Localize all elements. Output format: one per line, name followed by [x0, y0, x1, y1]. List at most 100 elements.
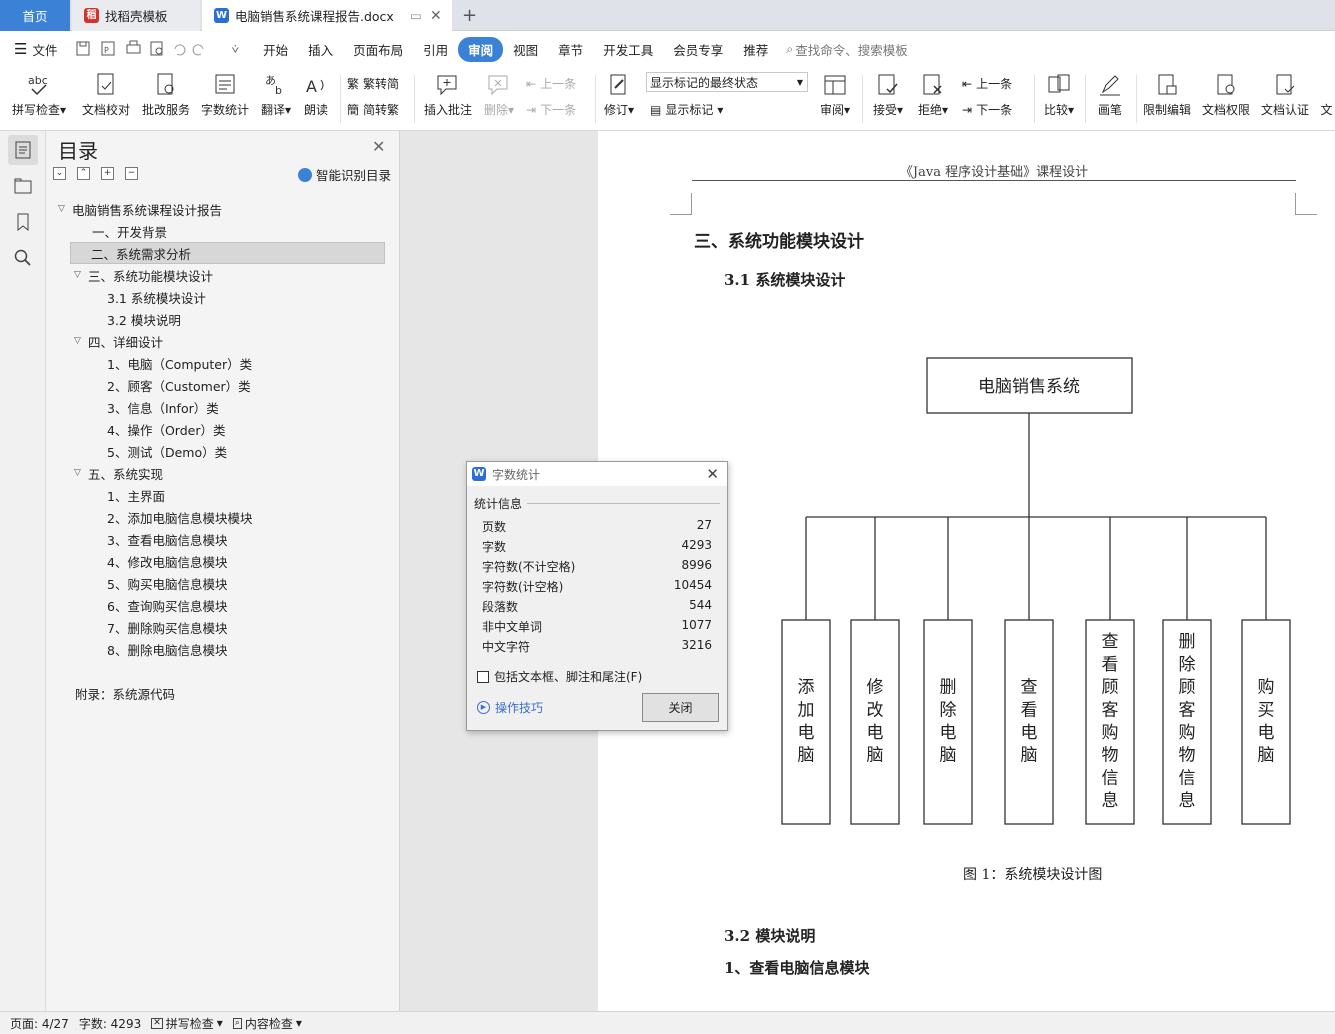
correction-service-button[interactable]: 批改服务 — [138, 67, 194, 131]
next-comment-button[interactable]: ⇥ 下一条 — [526, 101, 576, 118]
menu-recommend[interactable]: 推荐 — [733, 37, 778, 62]
toc-item-selected[interactable]: 二、系统需求分析 — [70, 242, 385, 264]
toc-item[interactable]: 1、主界面 — [107, 484, 165, 506]
content-check-status[interactable]: ⌕ 内容检查 ▾ — [232, 1015, 302, 1032]
menu-developer[interactable]: 开发工具 — [593, 37, 663, 62]
track-changes-button[interactable]: 修订▾ — [600, 67, 638, 131]
simp-to-trad-icon: 簡 — [347, 103, 360, 117]
close-icon[interactable]: ✕ — [706, 465, 719, 483]
trad-to-simp-button[interactable]: 繁繁转简 — [347, 75, 399, 92]
comment-add-icon — [435, 72, 461, 98]
toc-item[interactable]: 4、修改电脑信息模块 — [107, 550, 227, 572]
review-pane-button[interactable]: 审阅▾ — [815, 67, 855, 131]
toc-item[interactable]: 7、删除购买信息模块 — [107, 616, 227, 638]
tab-template[interactable]: 稻 找稻壳模板 — [72, 0, 200, 31]
next-change-button[interactable]: ⇥ 下一条 — [962, 101, 1012, 118]
spell-check-status[interactable]: ✕ 拼写检查 ▾ — [151, 1015, 223, 1032]
pin-icon[interactable]: ▭ — [410, 8, 422, 23]
toc-item[interactable]: 1、电脑（Computer）类 — [107, 352, 252, 374]
read-aloud-button[interactable]: A 朗读 — [299, 67, 333, 131]
prev-comment-button[interactable]: ⇤ 上一条 — [526, 75, 576, 92]
translate-button[interactable]: あb 翻译▾ — [256, 67, 296, 131]
toc-item[interactable]: ▽ 三、系统功能模块设计 — [74, 264, 213, 286]
doc-certify-button[interactable]: 文档认证 — [1258, 67, 1312, 131]
stat-value: 10454 — [673, 578, 712, 592]
close-button[interactable]: 关闭 — [642, 693, 719, 722]
new-tab-icon[interactable]: + — [462, 0, 477, 31]
menu-section[interactable]: 章节 — [548, 37, 593, 62]
minus-icon[interactable]: − — [125, 167, 138, 180]
accept-button[interactable]: 接受▾ — [868, 67, 908, 131]
tips-link[interactable]: ▶ 操作技巧 — [477, 699, 543, 716]
menu-start[interactable]: 开始 — [253, 37, 298, 62]
command-search[interactable]: 查找命令、搜索模板 — [795, 40, 908, 59]
toc-item[interactable]: ▽ 四、详细设计 — [74, 330, 163, 352]
word-count-indicator[interactable]: 字数: 4293 — [79, 1015, 141, 1032]
page-indicator[interactable]: 页面: 4/27 — [10, 1015, 69, 1032]
toc-item[interactable]: 4、操作（Order）类 — [107, 418, 225, 440]
compare-button[interactable]: 比较▾ — [1040, 67, 1078, 131]
show-markup-button[interactable]: ▤ 显示标记 ▾ — [650, 101, 723, 118]
markup-mode-select[interactable]: 显示标记的最终状态 ▼ — [646, 72, 808, 92]
toc-item[interactable]: ▽ 电脑销售系统课程设计报告 — [58, 198, 222, 220]
toc-item[interactable]: 2、添加电脑信息模块模块 — [107, 506, 252, 528]
collapse-all-icon[interactable]: ⌃ — [77, 167, 90, 180]
include-textbox-checkbox[interactable]: 包括文本框、脚注和尾注(F) — [477, 668, 642, 685]
docer-icon: 稻 — [84, 8, 99, 23]
menu-insert[interactable]: 插入 — [298, 37, 343, 62]
checkbox-box[interactable] — [477, 670, 489, 683]
quick-access-icons[interactable]: P — [75, 39, 225, 59]
close-tab-icon[interactable]: ✕ — [430, 8, 442, 24]
toc-item[interactable]: 8、删除电脑信息模块 — [107, 638, 227, 660]
smart-toc-button[interactable]: 智能识别目录 — [298, 165, 391, 184]
menu-reference[interactable]: 引用 — [413, 37, 458, 62]
doc-proofread-button[interactable]: 文档校对 — [78, 67, 134, 131]
separator — [340, 75, 341, 123]
tab-document[interactable]: W 电脑销售系统课程报告.docx ▭ ✕ — [202, 0, 452, 31]
document-check-icon — [93, 72, 119, 98]
toc-panel-icon[interactable] — [8, 135, 38, 165]
search-icon[interactable] — [8, 243, 38, 273]
toc-item[interactable]: ▽ 五、系统实现 — [74, 462, 163, 484]
menu-layout[interactable]: 页面布局 — [343, 37, 413, 62]
menu-file[interactable]: 文件 — [27, 37, 67, 62]
doc-permission-button[interactable]: 文档权限 — [1199, 67, 1253, 131]
spell-check-button[interactable]: abc 拼写检查▾ — [8, 67, 70, 131]
pen-button[interactable]: 画笔 — [1090, 67, 1130, 131]
toc-item[interactable]: 附录：系统源代码 — [75, 682, 175, 704]
toc-item[interactable]: 3、查看电脑信息模块 — [107, 528, 227, 550]
simp-to-trad-button[interactable]: 簡简转繁 — [347, 101, 399, 118]
toc-item[interactable]: 3.1 系统模块设计 — [107, 286, 206, 308]
toc-item[interactable]: 3.2 模块说明 — [107, 308, 181, 330]
chapter-nav-icon[interactable] — [8, 171, 38, 201]
toc-item[interactable]: 一、开发背景 — [92, 220, 167, 242]
word-count-button[interactable]: 字数统计 — [197, 67, 253, 131]
restrict-editing-button[interactable]: 限制编辑 — [1140, 67, 1194, 131]
menu-view[interactable]: 视图 — [503, 37, 548, 62]
plus-icon[interactable]: + — [101, 167, 114, 180]
toc-item[interactable]: 5、购买电脑信息模块 — [107, 572, 227, 594]
menu-member[interactable]: 会员专享 — [663, 37, 733, 62]
diagram-node-box — [1241, 619, 1291, 825]
wps-writer-icon: W — [214, 8, 229, 23]
toc-item[interactable]: 2、顾客（Customer）类 — [107, 374, 251, 396]
toc-item-label: 8、删除电脑信息模块 — [107, 642, 228, 658]
toc-item-label: 电脑销售系统课程设计报告 — [72, 202, 223, 218]
menu-review[interactable]: 审阅 — [458, 36, 504, 62]
prev-change-button[interactable]: ⇤ 上一条 — [962, 75, 1012, 92]
dialog-titlebar[interactable]: W 字数统计 ✕ — [467, 462, 727, 486]
next-comment-label: 下一条 — [540, 103, 577, 117]
toc-item[interactable]: 6、查询购买信息模块 — [107, 594, 227, 616]
bookmark-icon[interactable] — [8, 207, 38, 237]
toc-item[interactable]: 5、测试（Demo）类 — [107, 440, 227, 462]
delete-comment-button[interactable]: 删除▾ — [480, 67, 518, 131]
toc-item[interactable]: 3、信息（Infor）类 — [107, 396, 219, 418]
insert-comment-button[interactable]: 插入批注 — [420, 67, 476, 131]
customize-quick-access-icon[interactable]: ⩒ — [231, 41, 239, 57]
tab-home[interactable]: 首页 — [0, 0, 70, 31]
expand-all-icon[interactable]: ⌄ — [53, 167, 66, 180]
reject-button[interactable]: 拒绝▾ — [913, 67, 953, 131]
hamburger-icon[interactable]: ☰ — [14, 40, 27, 58]
close-icon[interactable]: ✕ — [372, 137, 385, 156]
ribbon-more-button[interactable]: 文 — [1318, 67, 1335, 131]
